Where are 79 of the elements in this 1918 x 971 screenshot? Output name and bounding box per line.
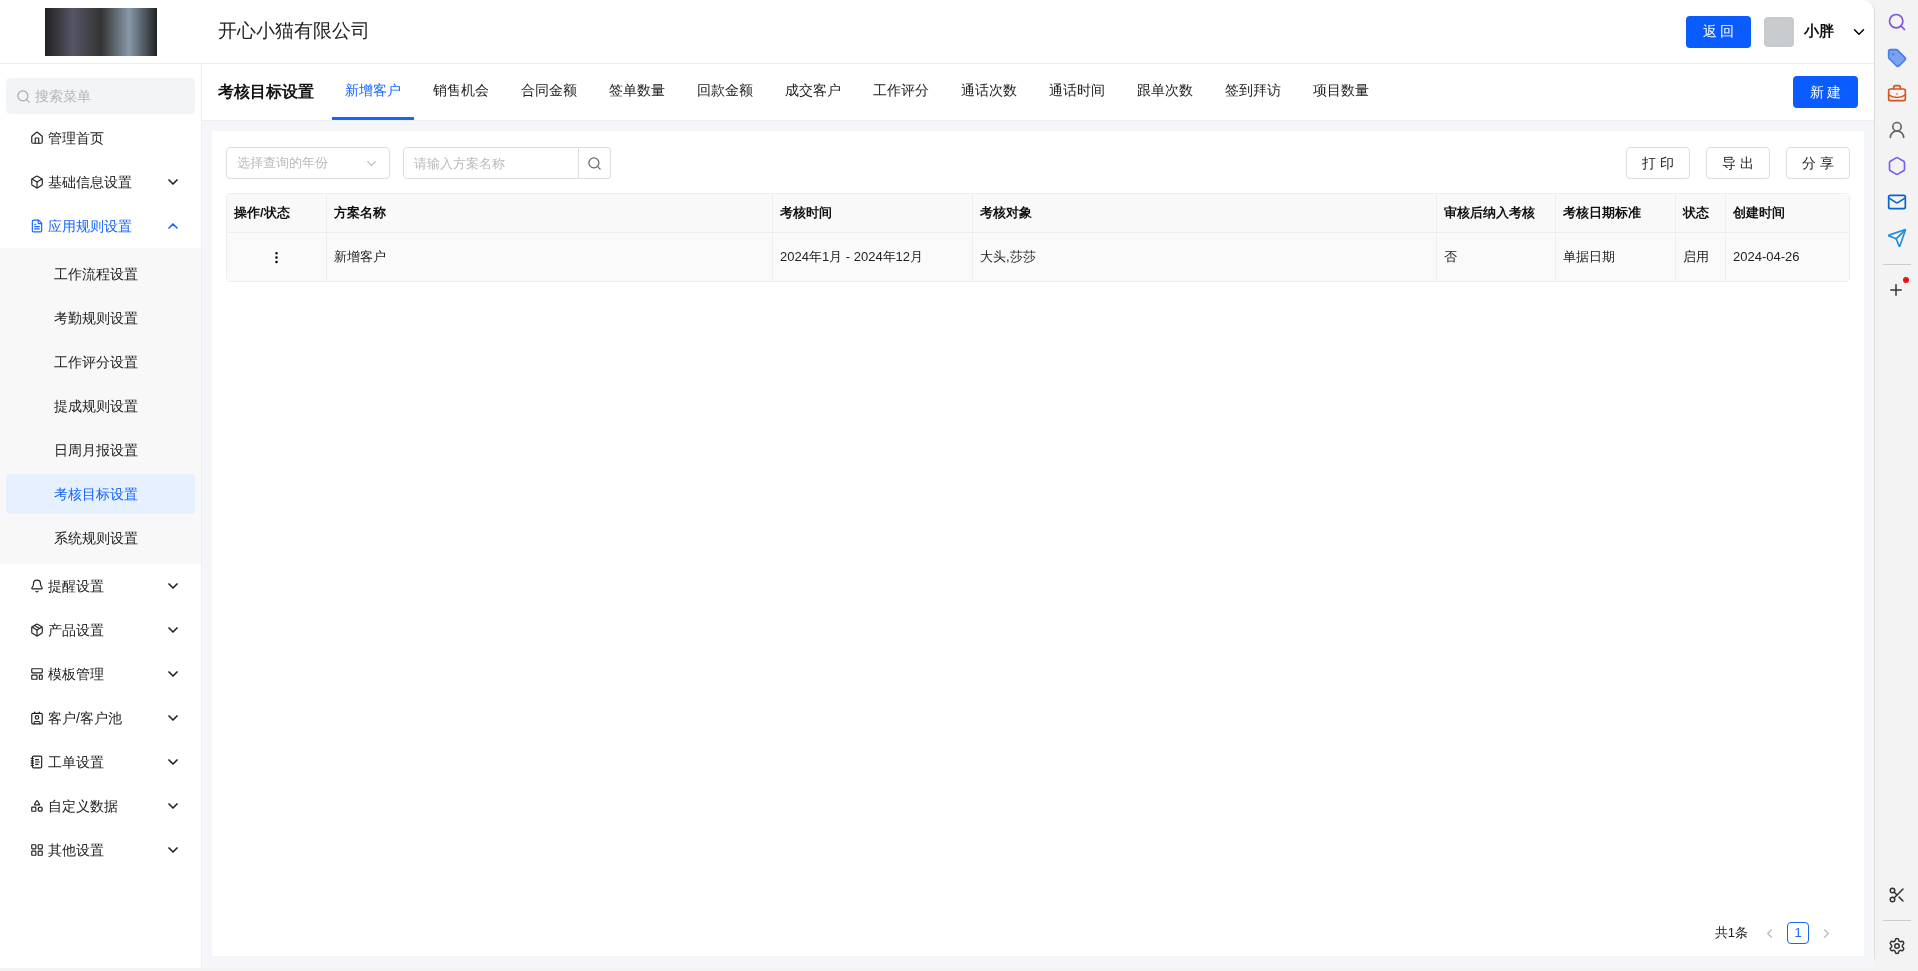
name-search-field[interactable]: 请输入方案名称 bbox=[403, 147, 579, 179]
settings-icon[interactable] bbox=[1887, 937, 1906, 955]
action-button[interactable]: 导 出 bbox=[1706, 147, 1770, 179]
user-name[interactable]: 小胖 bbox=[1804, 20, 1834, 43]
new-button[interactable]: 新 建 bbox=[1793, 76, 1858, 108]
menu-icon bbox=[30, 219, 44, 233]
year-select-placeholder: 选择查询的年份 bbox=[237, 154, 328, 173]
column-header: 考核日期标准 bbox=[1556, 194, 1676, 232]
sidebar-item[interactable]: 客户/客户池 bbox=[0, 696, 201, 740]
menu-icon bbox=[30, 799, 44, 813]
column-header: 状态 bbox=[1676, 194, 1726, 232]
sidebar-item[interactable]: 基础信息设置 bbox=[0, 160, 201, 204]
sidebar-item[interactable]: 自定义数据 bbox=[0, 784, 201, 828]
tag-icon[interactable] bbox=[1886, 48, 1907, 68]
column-header: 创建时间 bbox=[1732, 204, 1786, 223]
search-field[interactable]: 搜索菜单 bbox=[6, 78, 195, 114]
search-icon bbox=[16, 89, 31, 104]
column-header: 审核后纳入考核 bbox=[1437, 194, 1556, 232]
tab[interactable]: 项目数量 bbox=[1300, 64, 1382, 120]
sidebar-subitem[interactable]: 提成规则设置 bbox=[6, 386, 195, 426]
sidebar-subitem[interactable]: 系统规则设置 bbox=[6, 518, 195, 558]
tab[interactable]: 签单数量 bbox=[596, 64, 678, 120]
tab[interactable]: 签到拜访 bbox=[1212, 64, 1294, 120]
page-title: 考核目标设置 bbox=[218, 82, 314, 102]
back-button[interactable]: 返 回 bbox=[1686, 15, 1751, 48]
tab[interactable]: 通话次数 bbox=[948, 64, 1030, 120]
send-icon[interactable] bbox=[1886, 228, 1907, 248]
sidebar-subitem[interactable]: 工作评分设置 bbox=[6, 342, 195, 382]
hexagon-icon[interactable] bbox=[1886, 156, 1907, 176]
sidebar-item[interactable]: 其他设置 bbox=[0, 828, 201, 872]
total-count: 共1条 bbox=[1714, 924, 1748, 943]
sidebar-subitem[interactable]: 考核目标设置 bbox=[6, 474, 195, 514]
tab[interactable]: 合同金额 bbox=[508, 64, 590, 120]
tab[interactable]: 通话时间 bbox=[1036, 64, 1118, 120]
table-cell: 2024年1月 - 2024年12月 bbox=[773, 233, 973, 281]
table-cell: 启用 bbox=[1676, 233, 1726, 281]
sidebar-item[interactable]: 提醒设置 bbox=[0, 564, 201, 608]
page-button[interactable]: 1 bbox=[1787, 922, 1809, 944]
table-cell: 单据日期 bbox=[1556, 233, 1676, 281]
action-button[interactable]: 打 印 bbox=[1626, 147, 1690, 179]
company-name: 开心小猫有限公司 bbox=[218, 19, 371, 44]
tab[interactable]: 跟单次数 bbox=[1124, 64, 1206, 120]
sidebar-item[interactable]: 应用规则设置 bbox=[0, 204, 201, 248]
tab[interactable]: 新增客户 bbox=[332, 64, 414, 120]
column-header: 考核时间 bbox=[773, 194, 973, 232]
sidebar-item[interactable]: 产品设置 bbox=[0, 608, 201, 652]
search-icon bbox=[587, 155, 602, 171]
menu-icon bbox=[30, 623, 44, 637]
sidebar-item[interactable]: 模板管理 bbox=[0, 652, 201, 696]
column-header: 方案名称 bbox=[327, 194, 773, 232]
column-header: 操作/状态 bbox=[227, 194, 327, 232]
tab[interactable]: 销售机会 bbox=[420, 64, 502, 120]
sidebar-item[interactable]: 工单设置 bbox=[0, 740, 201, 784]
sidebar-subitem[interactable]: 考勤规则设置 bbox=[6, 298, 195, 338]
action-button[interactable]: 分 享 bbox=[1786, 147, 1850, 179]
table-cell-text: 2024-04-26 bbox=[1732, 248, 1801, 267]
avatar-photo-placeholder bbox=[1764, 16, 1794, 47]
person-icon[interactable] bbox=[1886, 120, 1907, 140]
tab[interactable]: 回款金额 bbox=[684, 64, 766, 120]
sidebar-subitem[interactable]: 日周月报设置 bbox=[6, 430, 195, 470]
search-button[interactable] bbox=[579, 147, 611, 179]
menu-icon bbox=[30, 579, 44, 593]
tab[interactable]: 成交客户 bbox=[772, 64, 854, 120]
menu-icon bbox=[30, 711, 44, 725]
search-icon[interactable] bbox=[1886, 12, 1907, 32]
menu-icon bbox=[30, 131, 44, 145]
menu-icon bbox=[30, 755, 44, 769]
table-cell: 否 bbox=[1437, 233, 1556, 281]
table-cell: 大头,莎莎 bbox=[973, 233, 1437, 281]
toolbox-icon[interactable] bbox=[1886, 84, 1907, 104]
tab[interactable]: 工作评分 bbox=[860, 64, 942, 120]
sidebar-item[interactable]: 管理首页 bbox=[0, 116, 201, 160]
sidebar-subitem[interactable]: 工作流程设置 bbox=[6, 254, 195, 294]
menu-icon bbox=[30, 843, 44, 857]
menu-icon bbox=[30, 667, 44, 681]
table-cell: 新增客户 bbox=[327, 233, 773, 281]
menu-icon bbox=[30, 175, 44, 189]
column-header: 考核对象 bbox=[973, 194, 1437, 232]
mail-icon[interactable] bbox=[1886, 192, 1907, 212]
